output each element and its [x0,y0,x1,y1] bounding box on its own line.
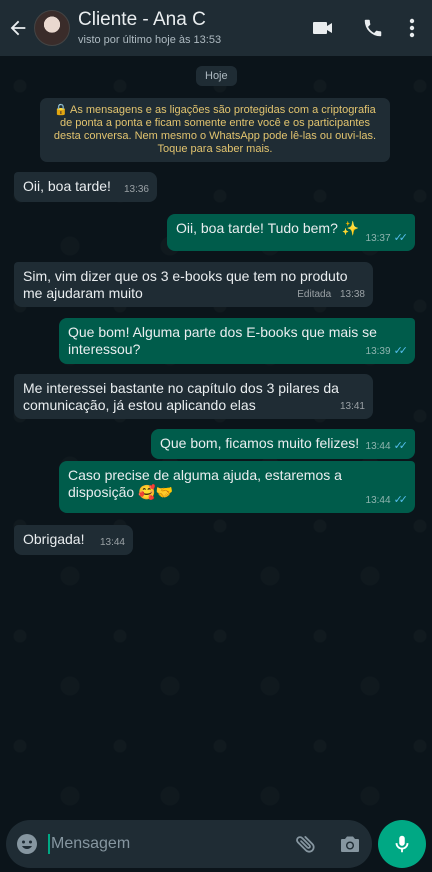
message-time: 13:38 [339,289,365,300]
message-time: 13:39 [365,346,391,357]
message-time: 13:36 [123,184,149,195]
text-caret [48,834,50,854]
message-input-placeholder: Mensagem [51,835,131,852]
encryption-notice-text: As mensagens e as ligações são protegida… [53,104,377,155]
message-text: Obrigada! [23,531,85,547]
message-text: Caso precise de alguma ajuda, estaremos … [68,467,342,500]
message-outgoing[interactable]: Caso precise de alguma ajuda, estaremos … [59,461,415,513]
camera-icon [341,836,359,852]
chat-header: Cliente - Ana C visto por último hoje às… [0,0,432,56]
read-receipt-icon: ✓✓ [393,232,409,244]
message-time: 13:44 [365,495,391,506]
message-text: Que bom! Alguma parte dos E-books que ma… [68,324,377,357]
video-call-icon [313,22,332,34]
message-time: 13:44 [365,441,391,452]
last-seen-status: visto por último hoje às 13:53 [78,34,222,46]
composer-bar: Mensagem [0,816,432,872]
message-incoming[interactable]: Obrigada! 13:44 [14,525,133,555]
message-time: 13:37 [365,233,391,244]
contact-name: Cliente - Ana C [78,9,206,30]
message-text: Que bom, ficamos muito felizes! [160,435,360,451]
mic-icon [395,835,409,853]
attach-icon [296,836,315,853]
voice-call-button[interactable] [348,0,398,56]
message-incoming[interactable]: Me interessei bastante no capítulo dos 3… [14,374,373,419]
edited-label: Editada [297,289,332,300]
date-separator: Hoje [196,66,237,86]
message-text: Oii, boa tarde! Tudo bem? ✨ [176,220,360,236]
read-receipt-icon: ✓✓ [393,345,409,357]
message-text: Oii, boa tarde! [23,178,111,194]
message-time: 13:41 [339,401,365,412]
attach-button[interactable] [284,820,328,868]
avatar[interactable] [34,10,70,46]
message-input[interactable]: Mensagem [48,834,284,854]
message-outgoing[interactable]: Que bom, ficamos muito felizes! 13:44 ✓✓ [151,429,415,459]
message-incoming[interactable]: Sim, vim dizer que os 3 e-books que tem … [14,262,373,307]
encryption-notice[interactable]: 🔒 As mensagens e as ligações são protegid… [40,98,390,162]
video-call-button[interactable] [298,0,348,56]
more-options-button[interactable] [398,0,426,56]
back-arrow-icon [10,20,26,36]
voice-message-button[interactable] [378,820,426,868]
back-button[interactable] [2,0,34,56]
more-options-icon [409,18,415,38]
read-receipt-icon: ✓✓ [393,494,409,506]
emoji-icon [17,834,37,854]
message-time: 13:44 [99,537,125,548]
message-list[interactable]: Hoje 🔒 As mensagens e as ligações são pro… [0,56,432,816]
emoji-button[interactable] [6,820,48,868]
message-input-box[interactable]: Mensagem [6,820,372,868]
read-receipt-icon: ✓✓ [393,440,409,452]
voice-call-icon [364,19,382,37]
message-text: Me interessei bastante no capítulo dos 3… [23,380,339,413]
camera-button[interactable] [328,820,372,868]
message-incoming[interactable]: Oii, boa tarde! 13:36 [14,172,157,202]
contact-info[interactable]: Cliente - Ana C visto por último hoje às… [78,9,298,47]
message-outgoing[interactable]: Oii, boa tarde! Tudo bem? ✨ 13:37 ✓✓ [167,214,415,251]
lock-icon: 🔒 [54,104,68,116]
message-outgoing[interactable]: Que bom! Alguma parte dos E-books que ma… [59,318,415,364]
